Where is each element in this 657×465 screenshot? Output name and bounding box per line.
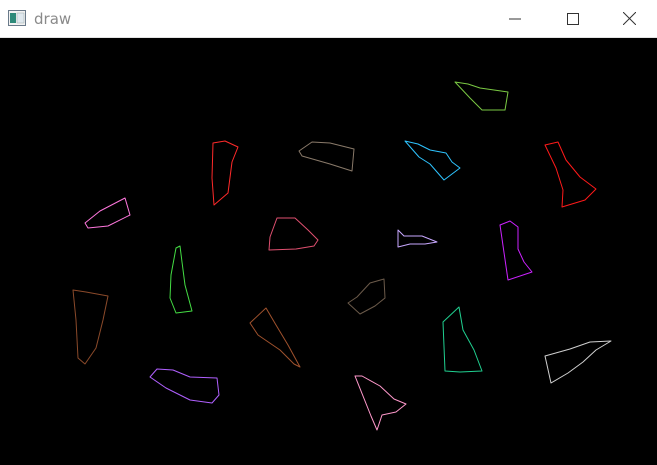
close-icon — [623, 12, 636, 25]
contour-outline-13 — [249, 307, 301, 368]
contour-outline-7 — [268, 217, 319, 251]
contour-outline-9 — [499, 220, 533, 281]
drawing-canvas[interactable] — [0, 38, 657, 465]
app-icon — [8, 10, 26, 26]
contour-outline-15 — [544, 340, 612, 384]
contour-outline-12 — [347, 278, 386, 315]
contour-outline-1 — [454, 81, 509, 111]
close-button[interactable] — [602, 0, 657, 37]
contour-outline-14 — [442, 306, 483, 373]
contour-outline-11 — [72, 289, 109, 365]
shapes-layer — [72, 81, 612, 431]
window-title: draw — [34, 10, 72, 28]
maximize-icon — [567, 12, 579, 25]
contour-outline-17 — [354, 375, 407, 431]
app-window: draw — [0, 0, 657, 465]
minimize-button[interactable] — [486, 0, 544, 37]
contour-outline-16 — [149, 368, 220, 404]
contour-outline-3 — [298, 141, 355, 172]
contour-outline-5 — [544, 141, 597, 208]
contour-outline-6 — [84, 197, 131, 229]
contour-outline-8 — [397, 229, 438, 248]
minimize-icon — [509, 18, 521, 19]
title-bar[interactable]: draw — [0, 0, 657, 38]
contour-outline-4 — [404, 140, 461, 181]
maximize-button[interactable] — [544, 0, 602, 37]
contour-outline-2 — [211, 140, 239, 206]
contour-outline-10 — [169, 245, 193, 314]
